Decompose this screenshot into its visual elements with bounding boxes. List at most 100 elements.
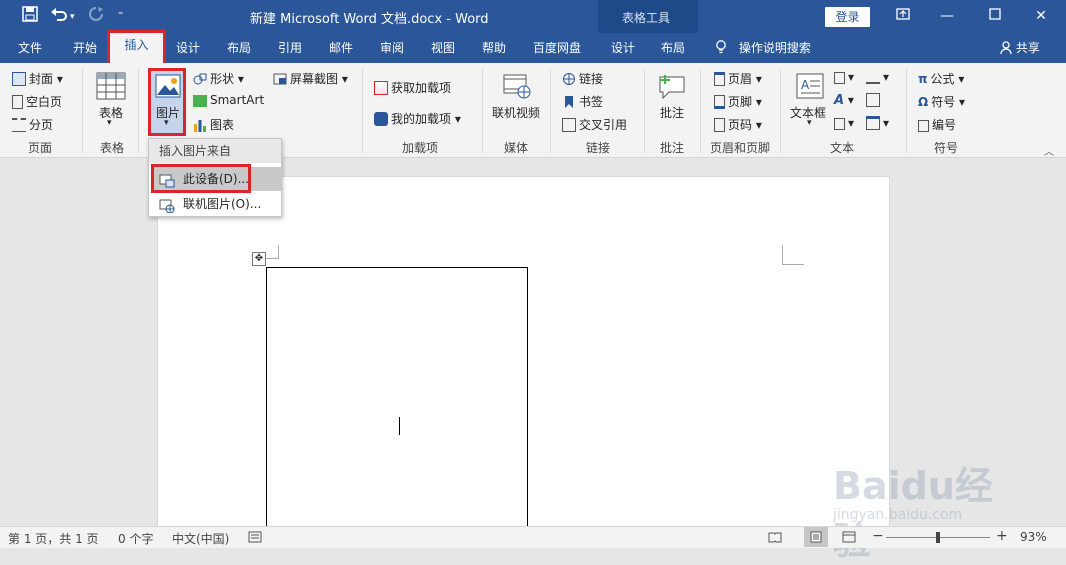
tab-help[interactable]: 帮助 (480, 33, 508, 63)
document-page[interactable]: ✥ Baidu经验 jingyan.baidu.com (157, 176, 993, 563)
zoom-in-icon[interactable]: + (996, 528, 1008, 544)
signature-line-icon[interactable]: ▾ (866, 70, 889, 84)
chart-icon (193, 118, 207, 132)
web-layout-icon[interactable] (842, 531, 856, 546)
tab-layout[interactable]: 布局 (225, 33, 253, 63)
zoom-slider-thumb[interactable] (936, 532, 940, 543)
online-pictures-label: 联机图片(O)... (183, 197, 262, 211)
undo-icon[interactable] (50, 6, 68, 26)
tab-mailings[interactable]: 邮件 (327, 33, 355, 63)
wordart-icon[interactable]: A ▾ (834, 93, 854, 108)
my-addins-button[interactable]: 我的加载项 ▾ (374, 110, 461, 127)
language[interactable]: 中文(中国) (172, 530, 229, 547)
screenshot-button[interactable]: 屏幕截图 ▾ (273, 70, 348, 87)
redo-icon[interactable] (88, 6, 104, 26)
menu-item-online-pictures[interactable]: 联机图片(O)... (153, 192, 281, 216)
header-label: 页眉 (728, 72, 753, 86)
header-button[interactable]: 页眉 ▾ (714, 70, 762, 87)
read-mode-icon[interactable] (768, 531, 782, 546)
table-icon (96, 72, 126, 102)
svg-text:A: A (801, 78, 810, 92)
zoom-level[interactable]: 93% (1020, 530, 1047, 544)
group-separator (482, 69, 483, 153)
dropdown-header: 插入图片来自 (149, 139, 281, 163)
tab-file[interactable]: 文件 (16, 33, 44, 63)
group-separator (362, 69, 363, 153)
customize-icon[interactable]: ⁼ (118, 10, 123, 21)
zoom-out-icon[interactable]: − (872, 528, 884, 544)
page-break-button[interactable]: 分页 (12, 116, 53, 133)
tell-me-search[interactable]: 操作说明搜索 (713, 33, 813, 63)
footer-button[interactable]: 页脚 ▾ (714, 93, 762, 110)
minimize-icon[interactable]: — (932, 3, 962, 29)
blank-label: 空白页 (26, 95, 63, 109)
comment-button[interactable]: 批注 (660, 104, 684, 121)
my-addins-label: 我的加载项 (391, 112, 452, 126)
print-layout-icon[interactable] (804, 527, 828, 547)
smartart-button[interactable]: SmartArt (193, 93, 264, 107)
tab-table-layout[interactable]: 布局 (659, 33, 687, 63)
table-dropdown-icon[interactable]: ▾ (107, 118, 112, 128)
screenshot-icon (273, 72, 287, 86)
get-addins-button[interactable]: 获取加载项 (374, 79, 451, 96)
tab-review[interactable]: 审阅 (378, 33, 406, 63)
symbol-label: 符号 (931, 95, 956, 109)
maximize-icon[interactable] (980, 3, 1010, 29)
person-icon (1000, 41, 1012, 55)
cover-page-icon (12, 72, 26, 86)
online-video-button[interactable]: 联机视频 (492, 104, 540, 121)
margin-mark-top-left (265, 245, 279, 259)
page-number-button[interactable]: 页码 ▾ (714, 116, 762, 133)
bookmark-icon (562, 95, 576, 109)
group-label-symbols: 符号 (933, 141, 958, 155)
blank-page-button[interactable]: 空白页 (12, 93, 62, 110)
shapes-button[interactable]: 形状 ▾ (193, 70, 244, 87)
cross-reference-icon (562, 118, 576, 132)
numbering-button[interactable]: 编号 (918, 116, 956, 133)
tab-table-design[interactable]: 设计 (609, 33, 637, 63)
login-button[interactable]: 登录 (825, 7, 870, 27)
tab-home[interactable]: 开始 (71, 33, 99, 63)
textbox-dropdown-icon[interactable]: ▾ (807, 118, 812, 128)
collapse-ribbon-icon[interactable]: ︿ (1044, 143, 1054, 158)
tab-references[interactable]: 引用 (276, 33, 304, 63)
page-count[interactable]: 第 1 页，共 1 页 (8, 530, 99, 547)
my-addins-icon (374, 112, 388, 126)
cover-page-button[interactable]: 封面 ▾ (12, 70, 63, 87)
bookmark-button[interactable]: 书签 (562, 93, 603, 110)
ribbon-display-icon[interactable] (888, 3, 918, 29)
undo-dropdown-icon[interactable]: ▾ (70, 12, 75, 22)
drop-cap-shape (834, 118, 845, 130)
word-count[interactable]: 0 个字 (118, 530, 153, 547)
close-icon[interactable]: ✕ (1026, 3, 1056, 29)
tab-view[interactable]: 视图 (429, 33, 457, 63)
table-cell[interactable] (266, 267, 528, 537)
tab-baidu-netdisk[interactable]: 百度网盘 (531, 33, 583, 63)
link-button[interactable]: 链接 (562, 70, 603, 87)
group-separator (644, 69, 645, 153)
comment-icon (657, 72, 687, 102)
crossref-label: 交叉引用 (579, 118, 628, 132)
numbering-icon (918, 120, 929, 132)
group-label-comments: 批注 (659, 141, 684, 155)
blank-page-icon (12, 95, 23, 109)
share-button[interactable]: 共享 (998, 33, 1042, 63)
tab-design[interactable]: 设计 (174, 33, 202, 63)
online-pictures-icon (159, 197, 175, 221)
group-separator (700, 69, 701, 153)
store-icon (374, 81, 388, 95)
cross-reference-button[interactable]: 交叉引用 (562, 116, 627, 133)
drop-cap-icon[interactable]: ▾ (834, 116, 854, 130)
table-move-handle-icon[interactable]: ✥ (252, 252, 266, 266)
date-time-shape (866, 93, 880, 107)
equation-button[interactable]: π 公式 ▾ (918, 70, 964, 87)
tab-insert[interactable]: 插入 (107, 30, 166, 66)
save-icon[interactable] (22, 6, 38, 26)
picture-dropdown-icon[interactable]: ▾ (164, 118, 169, 128)
chart-button[interactable]: 图表 (193, 116, 234, 133)
date-time-icon[interactable] (866, 93, 883, 107)
quick-parts-icon[interactable]: ▾ (834, 70, 854, 84)
object-icon[interactable]: ▾ (866, 116, 889, 130)
macro-icon[interactable] (248, 531, 262, 546)
symbol-button[interactable]: Ω 符号 ▾ (918, 93, 965, 110)
